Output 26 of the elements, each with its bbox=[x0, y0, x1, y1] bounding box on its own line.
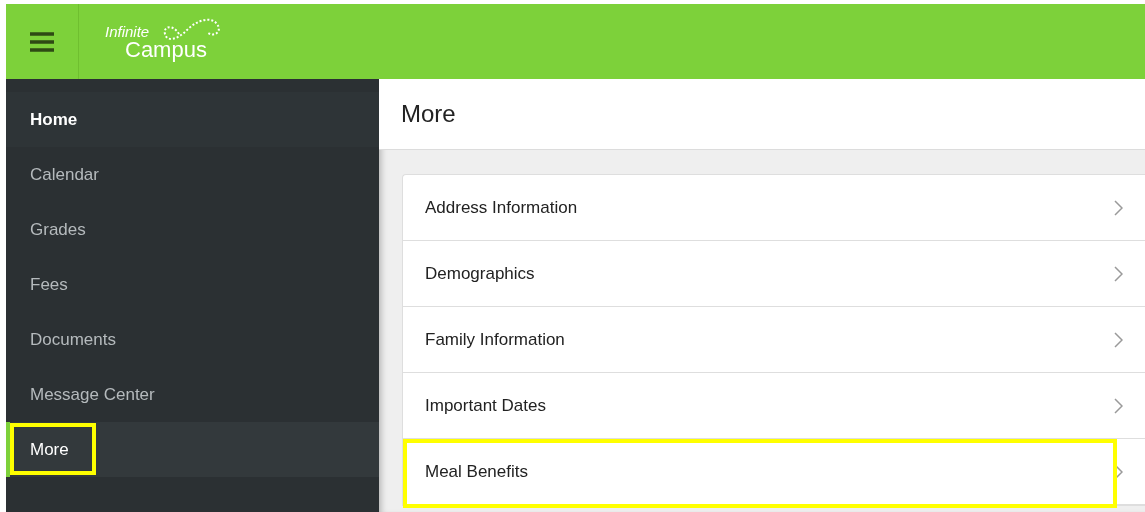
row-label: Address Information bbox=[425, 197, 578, 218]
sidebar-item[interactable]: Fees bbox=[6, 257, 379, 312]
sidebar-item[interactable]: Message Center bbox=[6, 367, 379, 422]
sidebar-item[interactable]: Grades bbox=[6, 202, 379, 257]
chevron-right-icon bbox=[1114, 463, 1123, 480]
logo-text: Campus bbox=[125, 39, 207, 60]
sidebar-item[interactable]: Calendar bbox=[6, 147, 379, 202]
menu-row[interactable]: Family Information bbox=[403, 307, 1145, 373]
row-label: Meal Benefits bbox=[425, 461, 528, 482]
chevron-right-icon bbox=[1114, 199, 1123, 216]
page-title: More bbox=[401, 100, 456, 128]
sidebar-item[interactable]: More bbox=[6, 422, 379, 477]
chevron-right-icon bbox=[1114, 265, 1123, 282]
chevron-right-icon bbox=[1114, 331, 1123, 348]
chevron-right-icon bbox=[1114, 397, 1123, 414]
menu-row[interactable]: Demographics bbox=[403, 241, 1145, 307]
row-label: Demographics bbox=[425, 263, 535, 284]
sidebar-item[interactable]: Documents bbox=[6, 312, 379, 367]
menu-row[interactable]: Address Information bbox=[403, 175, 1145, 241]
row-label: Family Information bbox=[425, 329, 565, 350]
row-label: Important Dates bbox=[425, 395, 546, 416]
sidebar-item[interactable]: Home bbox=[6, 92, 379, 147]
logo-text: Infinite bbox=[105, 23, 151, 40]
menu-row[interactable]: Meal Benefits bbox=[403, 439, 1145, 505]
menu-row[interactable]: Important Dates bbox=[403, 373, 1145, 439]
menu-icon bbox=[30, 31, 54, 52]
